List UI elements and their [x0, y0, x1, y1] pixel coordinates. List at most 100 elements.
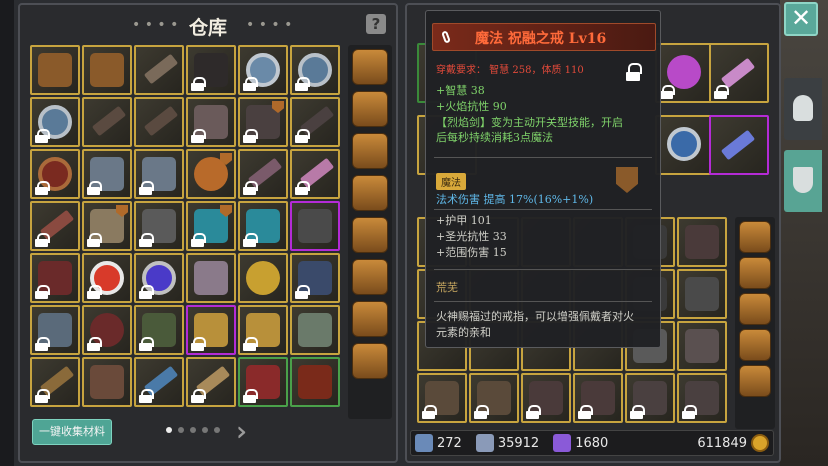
inventory-slot[interactable] [134, 201, 184, 251]
bag-icon[interactable] [352, 259, 388, 295]
inventory-slot[interactable] [134, 305, 184, 355]
inventory-slot[interactable] [186, 201, 236, 251]
lock-icon [243, 77, 258, 91]
inventory-slot[interactable] [30, 201, 80, 251]
equip-slot-weapon[interactable] [709, 43, 769, 103]
inventory-slot[interactable] [82, 357, 132, 407]
inventory-slot[interactable] [677, 217, 727, 267]
collect-materials-button[interactable]: 一键收集材料 [32, 419, 112, 445]
inventory-slot[interactable] [573, 373, 623, 423]
inventory-slot[interactable] [290, 253, 340, 303]
backpack-item-icon [90, 53, 124, 87]
rename-pen-icon[interactable] [441, 30, 451, 44]
attack-stat: 272 [411, 434, 462, 452]
inventory-slot[interactable] [82, 305, 132, 355]
title-decoration-right: • • • • [246, 17, 293, 33]
gold-value: 611849 [697, 435, 747, 451]
inventory-slot[interactable] [186, 45, 236, 95]
inventory-slot[interactable] [30, 45, 80, 95]
lock-icon[interactable] [626, 63, 642, 81]
equip-slot-ring[interactable] [655, 115, 715, 175]
bag-icon[interactable] [352, 49, 388, 85]
inventory-slot[interactable] [134, 357, 184, 407]
inventory-slot[interactable] [134, 45, 184, 95]
equip-slot-shield[interactable] [655, 43, 715, 103]
inventory-slot[interactable] [134, 149, 184, 199]
page-dot[interactable] [190, 427, 196, 433]
inventory-slot[interactable] [186, 305, 236, 355]
tab-armor[interactable] [784, 150, 822, 212]
inventory-slot[interactable] [417, 373, 467, 423]
inventory-slot[interactable] [186, 97, 236, 147]
inventory-slot[interactable] [238, 305, 288, 355]
page-dot[interactable] [178, 427, 184, 433]
lock-icon [35, 181, 50, 195]
divider [434, 301, 652, 302]
inventory-slot[interactable] [82, 45, 132, 95]
warehouse-grid [30, 45, 342, 409]
bag-icon[interactable] [352, 301, 388, 337]
lock-icon [87, 181, 102, 195]
currency-bar: 272 35912 1680 611849 [410, 430, 774, 456]
inventory-slot[interactable] [238, 357, 288, 407]
bag-icon[interactable] [352, 343, 388, 379]
close-button[interactable]: ✕ [784, 2, 818, 36]
inventory-slot[interactable] [82, 97, 132, 147]
inventory-slot[interactable] [82, 201, 132, 251]
inventory-slot[interactable] [134, 97, 184, 147]
inventory-slot[interactable] [30, 357, 80, 407]
inventory-slot[interactable] [30, 253, 80, 303]
inventory-slot[interactable] [134, 253, 184, 303]
bag-icon[interactable] [739, 329, 771, 361]
inventory-slot[interactable] [677, 373, 727, 423]
inventory-slot[interactable] [186, 357, 236, 407]
inventory-slot[interactable] [625, 373, 675, 423]
equip-slot-offhand[interactable] [709, 115, 769, 175]
tab-equipment[interactable] [784, 78, 822, 140]
inventory-slot[interactable] [677, 321, 727, 371]
inventory-slot[interactable] [30, 97, 80, 147]
inventory-slot[interactable] [677, 269, 727, 319]
inventory-slot[interactable] [238, 45, 288, 95]
page-dot[interactable] [214, 427, 220, 433]
lock-icon [243, 389, 258, 403]
bag-icon[interactable] [739, 365, 771, 397]
help-button[interactable]: ? [366, 14, 386, 34]
inventory-slot[interactable] [82, 149, 132, 199]
lock-icon [630, 405, 645, 419]
bag-icon[interactable] [352, 91, 388, 127]
inventory-slot[interactable] [290, 149, 340, 199]
bag-icon[interactable] [352, 133, 388, 169]
inventory-slot[interactable] [290, 305, 340, 355]
inventory-slot[interactable] [238, 97, 288, 147]
item-description: 元素的亲和 [436, 326, 491, 339]
inventory-slot[interactable] [30, 305, 80, 355]
lock-icon [35, 389, 50, 403]
inventory-slot[interactable] [290, 97, 340, 147]
stat-line: +圣光抗性 33 [436, 230, 507, 243]
inventory-slot[interactable] [186, 149, 236, 199]
bag-icon[interactable] [739, 257, 771, 289]
inventory-slot[interactable] [521, 373, 571, 423]
inventory-slot[interactable] [290, 357, 340, 407]
inventory-slot[interactable] [290, 201, 340, 251]
bag-icon[interactable] [739, 221, 771, 253]
shield-item-icon [667, 55, 701, 89]
inventory-slot[interactable] [238, 149, 288, 199]
inventory-slot[interactable] [186, 253, 236, 303]
bag-icon[interactable] [352, 217, 388, 253]
inventory-slot[interactable] [238, 253, 288, 303]
next-page-arrow-icon[interactable]: ››› [236, 417, 249, 447]
bag-icon[interactable] [352, 175, 388, 211]
inventory-slot[interactable] [30, 149, 80, 199]
page-dot[interactable] [202, 427, 208, 433]
bag-icon[interactable] [739, 293, 771, 325]
lock-icon [191, 337, 206, 351]
inventory-slot[interactable] [290, 45, 340, 95]
inventory-slot[interactable] [469, 373, 519, 423]
page-dot[interactable] [166, 427, 172, 433]
gauntlet-item-icon [298, 209, 332, 243]
inventory-slot[interactable] [238, 201, 288, 251]
inventory-slot[interactable] [82, 253, 132, 303]
attack-value: 272 [437, 435, 462, 451]
